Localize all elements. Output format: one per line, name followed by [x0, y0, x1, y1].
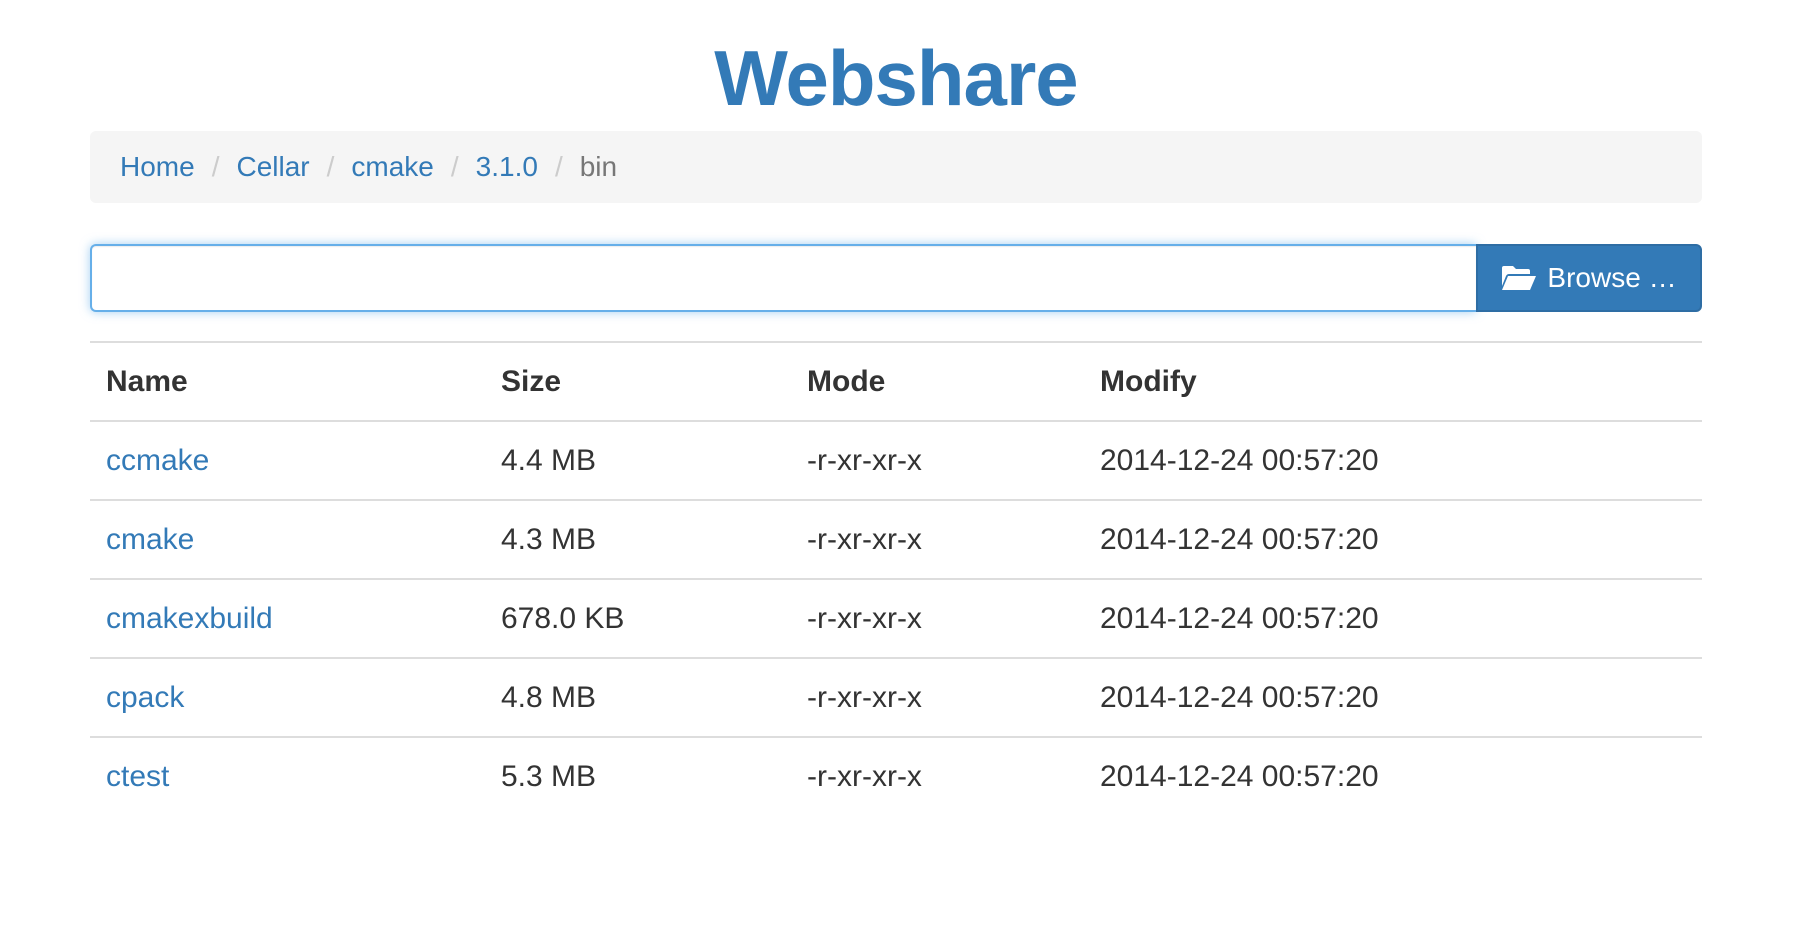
- breadcrumb-separator: /: [211, 151, 220, 182]
- file-size: 4.3 MB: [485, 500, 791, 580]
- file-table: Name Size Mode Modify ccmake 4.4 MB -r-x…: [90, 341, 1702, 815]
- file-modified: 2014-12-24 00:57:20: [1084, 579, 1702, 659]
- folder-open-icon: [1501, 264, 1537, 292]
- breadcrumb-current: bin: [579, 151, 618, 182]
- breadcrumb-item-cellar[interactable]: Cellar: [236, 151, 309, 183]
- upload-group: Browse …: [90, 244, 1702, 312]
- breadcrumb-separator: /: [554, 151, 563, 182]
- column-header-mode[interactable]: Mode: [791, 341, 1084, 422]
- file-mode: -r-xr-xr-x: [791, 579, 1084, 659]
- file-mode: -r-xr-xr-x: [807, 759, 922, 793]
- file-mode: -r-xr-xr-x: [791, 421, 1084, 501]
- browse-button-label: Browse …: [1547, 262, 1677, 293]
- breadcrumb: Home / Cellar / cmake / 3.1.0 / bin: [90, 131, 1702, 203]
- file-link[interactable]: cmakexbuild: [106, 602, 273, 635]
- file-modified: 2014-12-24 00:57:20: [1084, 500, 1702, 580]
- column-header-modify[interactable]: Modify: [1084, 341, 1702, 422]
- file-path-input[interactable]: [90, 244, 1476, 312]
- file-size: 5.3 MB: [501, 759, 597, 793]
- column-header-size[interactable]: Size: [485, 341, 791, 422]
- file-size: 4.8 MB: [485, 658, 791, 738]
- table-row: ctest 5.3 MB -r-xr-xr-x 2014-12-24 00:57…: [90, 737, 1702, 815]
- table-row: ccmake 4.4 MB -r-xr-xr-x 2014-12-24 00:5…: [90, 421, 1702, 501]
- file-modified: 2014-12-24 00:57:20: [1084, 658, 1702, 738]
- table-row: cpack 4.8 MB -r-xr-xr-x 2014-12-24 00:57…: [90, 658, 1702, 738]
- file-link[interactable]: cpack: [106, 681, 184, 714]
- file-size: 678.0 KB: [485, 579, 791, 659]
- browse-button[interactable]: Browse …: [1476, 244, 1702, 312]
- breadcrumb-separator: /: [450, 151, 459, 182]
- breadcrumb-item-cmake[interactable]: cmake: [351, 151, 433, 183]
- breadcrumb-item-version[interactable]: 3.1.0: [476, 151, 538, 183]
- file-modified: 2014-12-24 00:57:20: [1100, 759, 1379, 793]
- file-mode: -r-xr-xr-x: [791, 500, 1084, 580]
- file-modified: 2014-12-24 00:57:20: [1084, 421, 1702, 501]
- file-link[interactable]: ccmake: [106, 444, 209, 477]
- breadcrumb-item-home[interactable]: Home: [120, 151, 195, 183]
- page-title: Webshare: [714, 34, 1078, 122]
- table-row: cmake 4.3 MB -r-xr-xr-x 2014-12-24 00:57…: [90, 500, 1702, 580]
- file-link[interactable]: ctest: [106, 760, 169, 793]
- file-link[interactable]: cmake: [106, 523, 194, 556]
- column-header-name[interactable]: Name: [90, 341, 485, 422]
- file-mode: -r-xr-xr-x: [791, 658, 1084, 738]
- file-size: 4.4 MB: [485, 421, 791, 501]
- breadcrumb-separator: /: [326, 151, 335, 182]
- table-row: cmakexbuild 678.0 KB -r-xr-xr-x 2014-12-…: [90, 579, 1702, 659]
- table-header-row: Name Size Mode Modify: [90, 341, 1702, 422]
- page-container: Webshare Home / Cellar / cmake / 3.1.0 /…: [90, 0, 1702, 815]
